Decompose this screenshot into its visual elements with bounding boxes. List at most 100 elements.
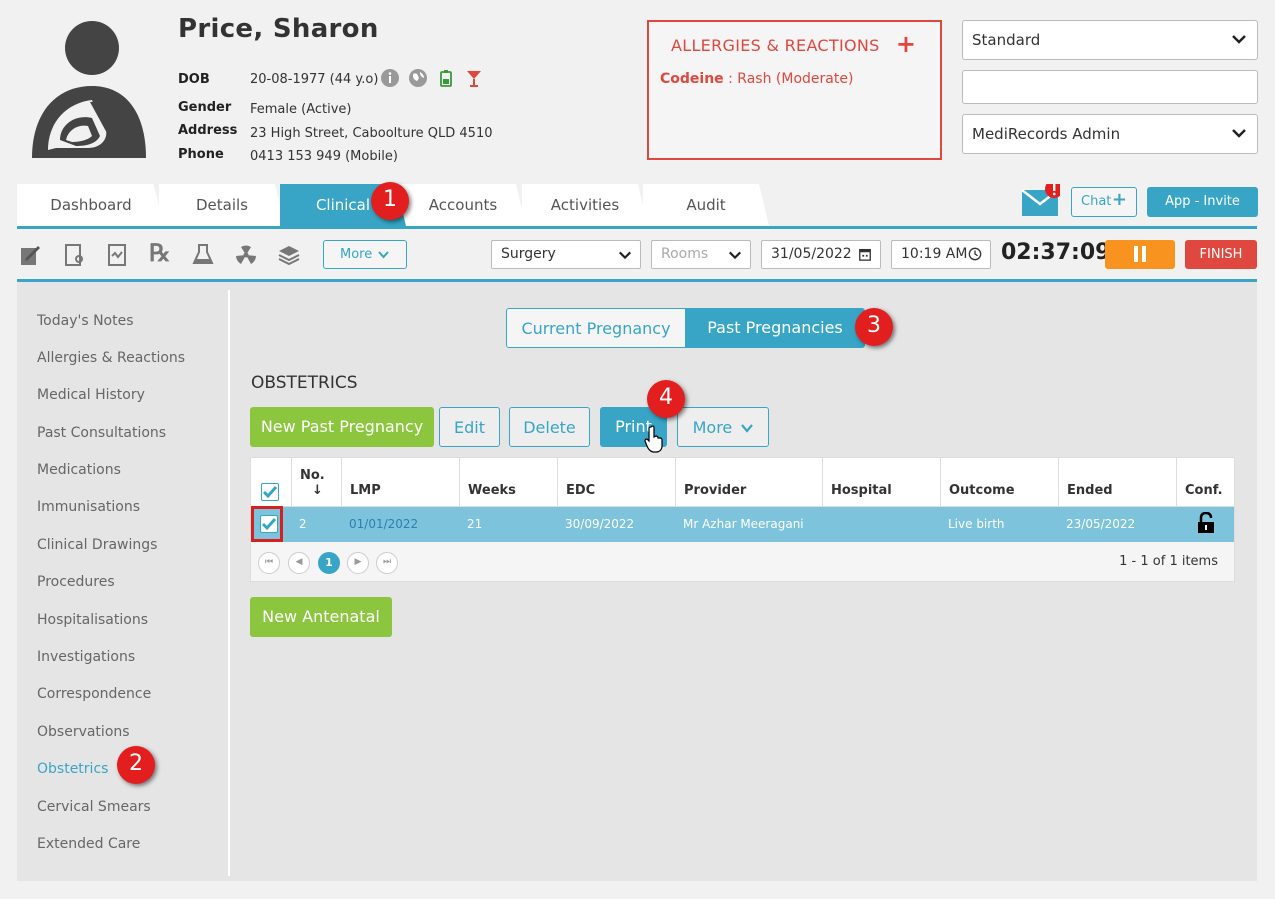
date-value: 31/05/2022 xyxy=(771,246,852,262)
plus-icon: + xyxy=(1111,189,1127,210)
column-header-conf[interactable]: Conf. xyxy=(1176,458,1234,507)
pager-info: 1 - 1 of 1 items xyxy=(1119,554,1218,569)
tab-activities[interactable]: Activities xyxy=(522,184,648,226)
smoking-status-icon[interactable] xyxy=(436,68,456,88)
toolbar-more-button[interactable]: More xyxy=(323,240,407,269)
add-allergy-button[interactable]: + xyxy=(896,30,916,58)
finish-button[interactable]: FINISH xyxy=(1185,240,1257,269)
first-page-icon[interactable]: ⏮ xyxy=(258,552,280,574)
blank-field[interactable] xyxy=(962,70,1258,104)
app-invite-button[interactable]: App - Invite xyxy=(1147,187,1258,217)
tab-current-pregnancy[interactable]: Current Pregnancy xyxy=(506,308,686,348)
lab-flask-icon[interactable] xyxy=(191,243,215,267)
prev-page-icon[interactable]: ◀ xyxy=(288,552,310,574)
chat-button[interactable]: Chat + xyxy=(1071,187,1137,217)
column-header-edc[interactable]: EDC xyxy=(557,458,675,507)
chevron-down-icon xyxy=(1232,35,1246,44)
sidebar-item-hospitalisations[interactable]: Hospitalisations xyxy=(37,612,148,628)
consultation-timer: 02:37:09 xyxy=(1001,240,1111,265)
tab-accounts[interactable]: Accounts xyxy=(400,184,526,226)
dob-label: DOB xyxy=(178,72,210,87)
sidebar-item-extended-care[interactable]: Extended Care xyxy=(37,836,140,852)
layers-icon[interactable] xyxy=(277,243,301,267)
radiation-icon[interactable] xyxy=(234,243,258,267)
sidebar-divider xyxy=(228,290,230,876)
sidebar-item-procedures[interactable]: Procedures xyxy=(37,574,115,590)
phone-value: 0413 153 949 (Mobile) xyxy=(250,149,398,164)
check-icon xyxy=(262,486,278,499)
next-page-icon[interactable]: ▶ xyxy=(347,552,369,574)
chat-label: Chat xyxy=(1081,194,1112,209)
select-all-checkbox[interactable] xyxy=(261,483,279,501)
pause-icon xyxy=(1134,246,1146,262)
pause-button[interactable] xyxy=(1105,240,1175,269)
date-picker[interactable]: 31/05/2022 xyxy=(761,240,881,269)
template-select-value: Standard xyxy=(972,31,1041,49)
cell-ended: 23/05/2022 xyxy=(1066,517,1136,531)
tab-details[interactable]: Details xyxy=(159,184,285,226)
clock-icon[interactable] xyxy=(968,247,982,261)
column-header-ended[interactable]: Ended xyxy=(1058,458,1176,507)
sidebar-item-allergies[interactable]: Allergies & Reactions xyxy=(37,350,185,366)
section-title: OBSTETRICS xyxy=(251,373,358,393)
notes-icon[interactable] xyxy=(18,243,42,267)
sidebar-item-past-consultations[interactable]: Past Consultations xyxy=(37,425,166,441)
delete-button[interactable]: Delete xyxy=(509,407,590,447)
prescription-icon[interactable]: ℞ xyxy=(149,238,171,267)
sidebar-item-clinical-drawings[interactable]: Clinical Drawings xyxy=(37,537,157,553)
column-header-weeks[interactable]: Weeks xyxy=(459,458,557,507)
cell-lmp-link[interactable]: 01/01/2022 xyxy=(341,507,418,542)
alcohol-icon[interactable] xyxy=(464,68,484,88)
address-value: 23 High Street, Caboolture QLD 4510 xyxy=(250,126,493,141)
time-picker[interactable]: 10:19 AM xyxy=(891,240,991,269)
column-header-no-label: No. xyxy=(300,468,325,483)
gender-value: Female (Active) xyxy=(250,102,352,117)
sidebar-item-todays-notes[interactable]: Today's Notes xyxy=(37,313,134,329)
sidebar-item-investigations[interactable]: Investigations xyxy=(37,649,135,665)
edit-button[interactable]: Edit xyxy=(439,407,500,447)
location-select[interactable]: Surgery xyxy=(491,240,641,269)
user-select[interactable]: MediRecords Admin xyxy=(962,114,1258,154)
allergies-panel: ALLERGIES & REACTIONS + Codeine : Rash (… xyxy=(647,20,942,160)
info-icon[interactable] xyxy=(380,68,400,88)
sidebar-item-observations[interactable]: Observations xyxy=(37,724,130,740)
sidebar-item-immunisations[interactable]: Immunisations xyxy=(37,499,140,515)
mail-icon[interactable] xyxy=(1020,184,1060,218)
column-header-hospital[interactable]: Hospital xyxy=(822,458,940,507)
template-select[interactable]: Standard xyxy=(962,20,1258,60)
results-document-icon[interactable] xyxy=(105,243,129,267)
column-header-outcome[interactable]: Outcome xyxy=(940,458,1058,507)
patient-name: Price, Sharon xyxy=(178,14,379,44)
tab-past-pregnancies[interactable]: Past Pregnancies xyxy=(685,308,865,348)
globe-icon[interactable] xyxy=(408,68,428,88)
last-page-icon[interactable]: ⏭ xyxy=(376,552,398,574)
table-row[interactable]: 2 01/01/2022 21 30/09/2022 Mr Azhar Meer… xyxy=(251,507,1234,542)
calendar-icon[interactable] xyxy=(858,247,872,261)
allergy-item[interactable]: Codeine : Rash (Moderate) xyxy=(660,71,853,87)
column-header-provider[interactable]: Provider xyxy=(675,458,822,507)
page-number-button[interactable]: 1 xyxy=(318,552,340,574)
tab-dashboard[interactable]: Dashboard xyxy=(17,184,165,226)
user-select-value: MediRecords Admin xyxy=(972,125,1121,143)
document-stethoscope-icon[interactable] xyxy=(62,243,86,267)
unlock-icon[interactable] xyxy=(1197,512,1215,534)
more-button[interactable]: More xyxy=(677,407,769,447)
tab-audit[interactable]: Audit xyxy=(643,184,769,226)
column-header-no[interactable]: No. ↓ xyxy=(291,458,342,507)
rooms-select[interactable]: Rooms xyxy=(651,240,751,269)
sidebar-item-correspondence[interactable]: Correspondence xyxy=(37,686,151,702)
new-antenatal-button[interactable]: New Antenatal xyxy=(250,597,392,637)
patient-status-icons xyxy=(380,68,484,88)
sidebar-item-medications[interactable]: Medications xyxy=(37,462,121,478)
cell-weeks: 21 xyxy=(467,517,483,531)
callout-4: 4 xyxy=(647,380,685,418)
cell-provider: Mr Azhar Meeragani xyxy=(683,517,804,531)
column-header-lmp[interactable]: LMP xyxy=(341,458,459,507)
sidebar-item-obstetrics[interactable]: Obstetrics xyxy=(37,761,108,777)
sidebar-item-cervical-smears[interactable]: Cervical Smears xyxy=(37,799,151,815)
time-value: 10:19 AM xyxy=(901,246,968,262)
allergy-substance: Codeine xyxy=(660,71,724,87)
new-past-pregnancy-button[interactable]: New Past Pregnancy xyxy=(250,407,434,447)
phone-label: Phone xyxy=(178,147,224,162)
sidebar-item-medical-history[interactable]: Medical History xyxy=(37,387,145,403)
